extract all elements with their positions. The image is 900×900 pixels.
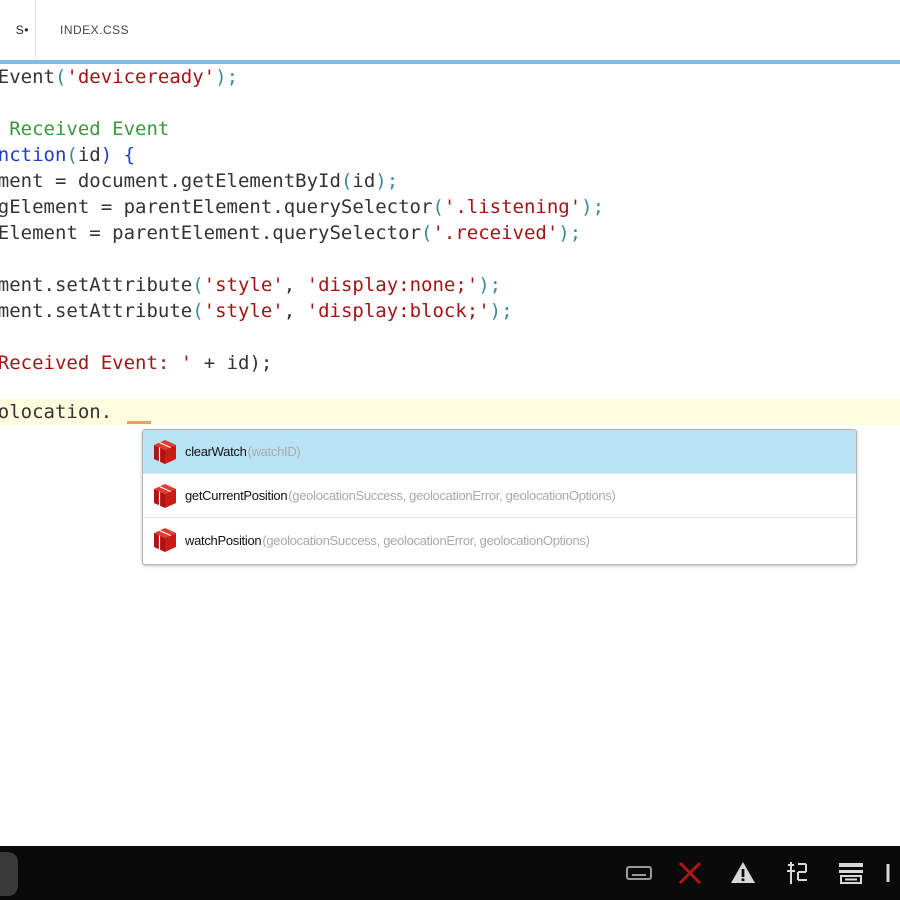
autocomplete-item-watchposition[interactable]: watchPosition (geolocationSuccess, geoloc… (143, 518, 856, 562)
tab-bar: S• INDEX.CSS (0, 0, 900, 60)
code-line-console-log: og('Received Event: ' + id); (0, 352, 273, 374)
code-line-function: : function(id) { (0, 144, 136, 166)
code-line-geolocation: r.geolocation. (0, 401, 113, 423)
autocomplete-item-name: watchPosition (185, 532, 262, 548)
clock-icon (886, 864, 890, 882)
system-nav-bar (0, 846, 900, 900)
code-line-comment: on a Received Event (9, 118, 170, 140)
autocomplete-item-params: (geolocationSuccess, geolocationError, g… (262, 532, 590, 548)
code-line-set-display-none: gElement.setAttribute('style', 'display:… (0, 274, 502, 296)
signal-off-icon (678, 861, 702, 885)
autocomplete-item-clearwatch[interactable]: clearWatch (watchID) (143, 430, 856, 474)
code-line-0: ivedEvent('deviceready'); (0, 66, 239, 88)
back-button[interactable] (0, 852, 18, 896)
autocomplete-popup: clearWatch (watchID) getCurrentPosition (g… (142, 429, 857, 565)
autocomplete-item-getcurrentposition[interactable]: getCurrentPosition (geolocationSuccess, g… (143, 474, 856, 518)
autocomplete-item-name: clearWatch (185, 444, 247, 459)
keyboard-icon[interactable] (624, 858, 654, 888)
package-cube-icon (154, 439, 176, 464)
package-cube-icon (154, 528, 176, 552)
text-cursor (127, 421, 151, 424)
code-line-set-display-block: dElement.setAttribute('style', 'display:… (0, 300, 513, 322)
debug-icon (787, 862, 807, 884)
code-line-parent-element: tElement = document.getElementById(id); (0, 170, 399, 192)
tab-index-css[interactable]: INDEX.CSS (60, 0, 129, 60)
autocomplete-item-params: (watchID) (247, 444, 301, 459)
code-line-received-element: ivedElement = parentElement.querySelecto… (0, 222, 582, 244)
storage-icon (839, 863, 863, 884)
package-cube-icon (154, 483, 176, 508)
code-line-listening-element: eningElement = parentElement.querySelect… (0, 196, 605, 218)
warning-icon (731, 862, 755, 883)
autocomplete-item-name: getCurrentPosition (185, 488, 288, 503)
autocomplete-item-params: (geolocationSuccess, geolocationError, g… (288, 488, 616, 503)
tab-active-js[interactable]: S• (0, 0, 36, 60)
